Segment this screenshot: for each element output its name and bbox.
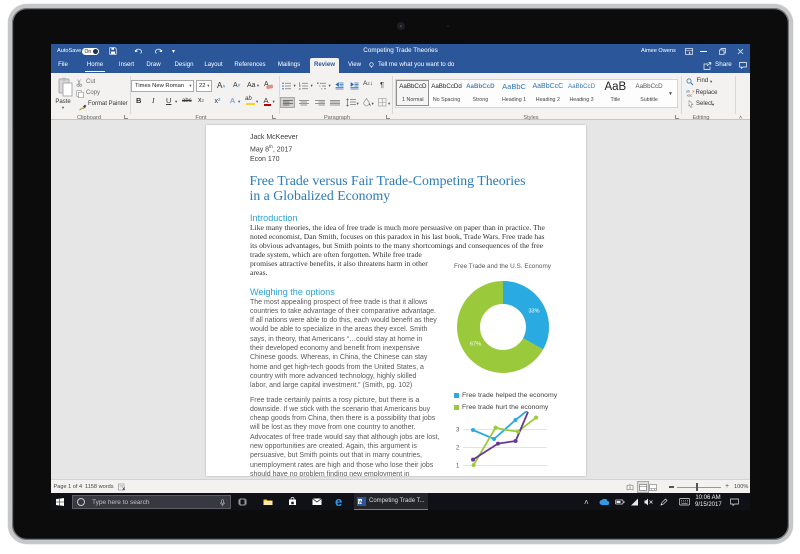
svg-text:ab: ab	[686, 90, 690, 94]
svg-text:33%: 33%	[529, 309, 540, 315]
svg-text:67%: 67%	[470, 342, 481, 348]
svg-text:3: 3	[456, 428, 460, 434]
svg-text:2: 2	[456, 446, 460, 452]
svg-text:ac: ac	[688, 94, 692, 98]
svg-text:1: 1	[456, 464, 460, 470]
